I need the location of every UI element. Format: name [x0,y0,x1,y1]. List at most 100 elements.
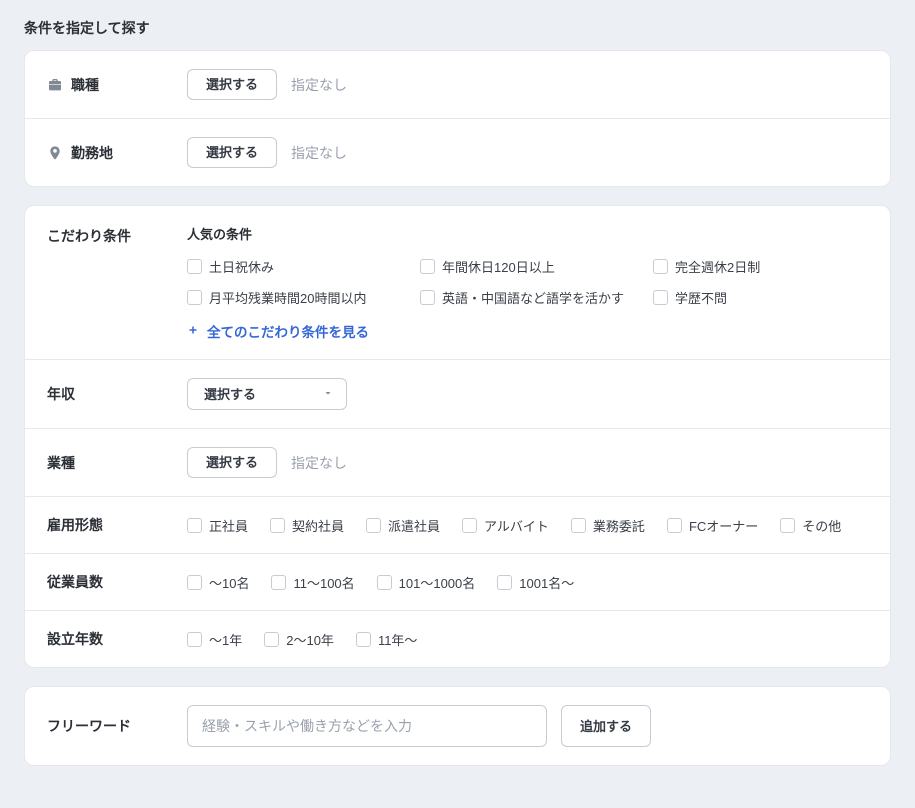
cb-label: アルバイト [484,516,549,535]
checkbox-input[interactable] [780,518,795,533]
row-industry: 業種 選択する 指定なし [25,429,890,497]
basic-criteria-card: 職種 選択する 指定なし 勤務地 選択する 指定なし [24,50,891,187]
checkbox-input[interactable] [264,632,279,647]
briefcase-icon [47,77,63,93]
cb-label: 2～10年 [286,630,334,649]
label-salary: 年収 [47,378,187,410]
row-job-type: 職種 選択する 指定なし [25,51,890,119]
row-employment-type: 雇用形態 正社員 契約社員 派遣社員 アルバイト 業務委託 FCオーナー その他 [25,497,890,554]
label-kodawari: こだわり条件 [47,224,187,246]
cb-label: 11～100名 [293,573,354,592]
cb-kodawari-2[interactable]: 完全週休2日制 [653,257,868,276]
industry-value: 指定なし [291,453,347,473]
checkbox-input[interactable] [377,575,392,590]
cb-kodawari-1[interactable]: 年間休日120日以上 [420,257,635,276]
job-type-value: 指定なし [291,75,347,95]
checkbox-input[interactable] [187,259,202,274]
cb-age-0[interactable]: ～1年 [187,630,242,649]
cb-label: 完全週休2日制 [675,257,760,276]
cb-employment-2[interactable]: 派遣社員 [366,516,440,535]
label-work-location-text: 勤務地 [71,143,113,163]
cb-size-2[interactable]: 101～1000名 [377,573,476,592]
pin-icon [47,145,63,161]
label-job-type: 職種 [47,69,187,100]
checkbox-input[interactable] [653,290,668,305]
cb-size-0[interactable]: ～10名 [187,573,249,592]
cb-age-1[interactable]: 2～10年 [264,630,334,649]
salary-select-label: 選択する [204,388,256,401]
checkbox-input[interactable] [187,575,202,590]
cb-label: 英語・中国語など語学を活かす [442,288,624,307]
cb-label: 契約社員 [292,516,344,535]
add-freeword-button[interactable]: 追加する [561,705,651,747]
cb-label: 年間休日120日以上 [442,257,555,276]
cb-age-2[interactable]: 11年～ [356,630,418,649]
row-kodawari: こだわり条件 人気の条件 土日祝休み 年間休日120日以上 完全週休2日制 月平… [25,206,890,360]
checkbox-input[interactable] [366,518,381,533]
cb-label: ～1年 [209,630,242,649]
checkbox-input[interactable] [497,575,512,590]
cb-kodawari-0[interactable]: 土日祝休み [187,257,402,276]
checkbox-input[interactable] [462,518,477,533]
plus-icon [187,324,199,339]
cb-employment-5[interactable]: FCオーナー [667,516,758,535]
label-industry: 業種 [47,447,187,478]
checkbox-input[interactable] [420,290,435,305]
select-work-location-button[interactable]: 選択する [187,137,277,168]
freeword-card: フリーワード 追加する [24,686,891,766]
cb-label: 正社員 [209,516,248,535]
select-job-type-button[interactable]: 選択する [187,69,277,100]
chevron-down-icon [322,387,334,401]
salary-select[interactable]: 選択する [187,378,347,410]
row-company-age: 設立年数 ～1年 2～10年 11年～ [25,611,890,667]
cb-label: 11年～ [378,630,418,649]
cb-label: ～10名 [209,573,249,592]
checkbox-input[interactable] [356,632,371,647]
cb-kodawari-4[interactable]: 英語・中国語など語学を活かす [420,288,635,307]
label-company-age: 設立年数 [47,629,187,649]
cb-employment-6[interactable]: その他 [780,516,841,535]
row-salary: 年収 選択する [25,360,890,429]
label-company-size: 従業員数 [47,572,187,592]
label-job-type-text: 職種 [71,75,99,95]
cb-kodawari-3[interactable]: 月平均残業時間20時間以内 [187,288,402,307]
label-employment-type: 雇用形態 [47,515,187,535]
cb-label: FCオーナー [689,516,758,535]
checkbox-input[interactable] [187,518,202,533]
popular-conditions-title: 人気の条件 [187,224,868,243]
checkbox-input[interactable] [667,518,682,533]
cb-kodawari-5[interactable]: 学歴不問 [653,288,868,307]
page-title: 条件を指定して探す [24,18,891,38]
label-work-location: 勤務地 [47,137,187,168]
detailed-criteria-card: こだわり条件 人気の条件 土日祝休み 年間休日120日以上 完全週休2日制 月平… [24,205,891,668]
cb-label: その他 [802,516,841,535]
cb-label: 101～1000名 [399,573,476,592]
checkbox-input[interactable] [187,632,202,647]
cb-size-1[interactable]: 11～100名 [271,573,354,592]
row-company-size: 従業員数 ～10名 11～100名 101～1000名 1001名～ [25,554,890,611]
checkbox-input[interactable] [571,518,586,533]
cb-size-3[interactable]: 1001名～ [497,573,574,592]
work-location-value: 指定なし [291,143,347,163]
cb-label: 業務委託 [593,516,645,535]
freeword-input[interactable] [187,705,547,747]
cb-label: 学歴不問 [675,288,727,307]
cb-label: 派遣社員 [388,516,440,535]
expand-kodawari-link[interactable]: 全てのこだわり条件を見る [187,321,369,341]
cb-employment-0[interactable]: 正社員 [187,516,248,535]
cb-employment-4[interactable]: 業務委託 [571,516,645,535]
checkbox-input[interactable] [187,290,202,305]
cb-employment-3[interactable]: アルバイト [462,516,549,535]
cb-label: 1001名～ [519,573,574,592]
select-industry-button[interactable]: 選択する [187,447,277,478]
checkbox-input[interactable] [271,575,286,590]
checkbox-input[interactable] [420,259,435,274]
cb-label: 月平均残業時間20時間以内 [209,288,366,307]
checkbox-input[interactable] [653,259,668,274]
checkbox-input[interactable] [270,518,285,533]
cb-employment-1[interactable]: 契約社員 [270,516,344,535]
expand-kodawari-label: 全てのこだわり条件を見る [207,321,369,341]
row-freeword: フリーワード 追加する [25,687,890,765]
row-work-location: 勤務地 選択する 指定なし [25,119,890,186]
label-freeword: フリーワード [47,705,187,747]
